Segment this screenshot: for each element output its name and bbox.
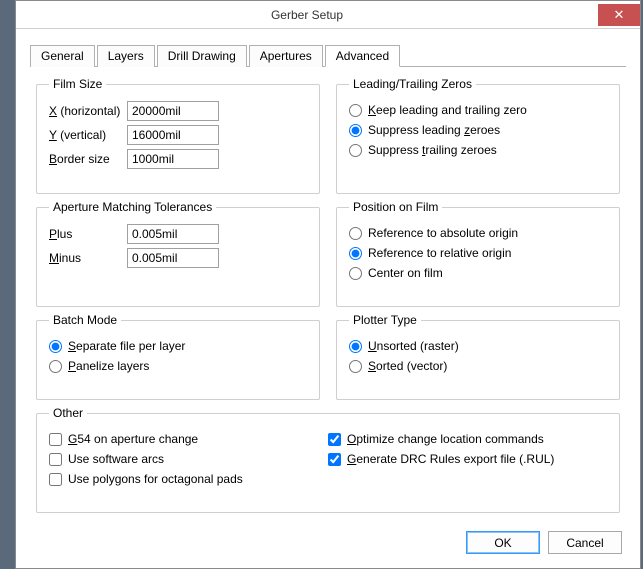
rel-origin-radio[interactable] [349, 247, 362, 260]
minus-label: Minus [49, 251, 127, 265]
tab-advanced[interactable]: Advanced [325, 45, 400, 67]
x-horizontal-input[interactable] [127, 101, 219, 121]
batch-mode-group: Batch Mode Separate file per layer Panel… [36, 313, 320, 400]
g54-checkbox[interactable] [49, 433, 62, 446]
plotter-type-group: Plotter Type Unsorted (raster) Sorted (v… [336, 313, 620, 400]
window-title: Gerber Setup [16, 8, 598, 22]
minus-input[interactable] [127, 248, 219, 268]
close-button[interactable]: ✕ [598, 4, 640, 26]
software-arcs-checkbox[interactable] [49, 453, 62, 466]
ok-button[interactable]: OK [466, 531, 540, 554]
zeros-legend: Leading/Trailing Zeros [349, 77, 476, 91]
dialog-buttons: OK Cancel [16, 521, 640, 568]
optimize-checkbox[interactable] [328, 433, 341, 446]
tab-apertures[interactable]: Apertures [249, 45, 323, 67]
tab-layers[interactable]: Layers [97, 45, 155, 67]
plus-input[interactable] [127, 224, 219, 244]
position-legend: Position on Film [349, 200, 442, 214]
batch-mode-legend: Batch Mode [49, 313, 121, 327]
software-arcs-label: Use software arcs [68, 452, 164, 466]
plotter-type-legend: Plotter Type [349, 313, 421, 327]
separate-file-label: Separate file per layer [68, 339, 185, 353]
panelize-radio[interactable] [49, 360, 62, 373]
center-film-label: Center on film [368, 266, 443, 280]
gerber-setup-dialog: Gerber Setup ✕ General Layers Drill Draw… [15, 0, 641, 569]
other-group: Other G54 on aperture change Use softwar… [36, 406, 620, 513]
y-vertical-input[interactable] [127, 125, 219, 145]
polygons-checkbox[interactable] [49, 473, 62, 486]
advanced-panel: Film Size X (horizontal) Y (vertical) Bo… [16, 67, 640, 521]
suppress-leading-label: Suppress leading zeroes [368, 123, 500, 137]
unsorted-radio[interactable] [349, 340, 362, 353]
x-horizontal-label: X (horizontal) [49, 104, 127, 118]
keep-zero-label: Keep leading and trailing zero [368, 103, 527, 117]
border-size-input[interactable] [127, 149, 219, 169]
suppress-trailing-radio[interactable] [349, 144, 362, 157]
other-legend: Other [49, 406, 87, 420]
generate-drc-label: Generate DRC Rules export file (.RUL) [347, 452, 554, 466]
generate-drc-checkbox[interactable] [328, 453, 341, 466]
position-group: Position on Film Reference to absolute o… [336, 200, 620, 307]
tab-drill-drawing[interactable]: Drill Drawing [157, 45, 247, 67]
rel-origin-label: Reference to relative origin [368, 246, 511, 260]
aperture-tolerances-group: Aperture Matching Tolerances Plus Minus [36, 200, 320, 307]
titlebar: Gerber Setup ✕ [16, 1, 640, 29]
suppress-trailing-label: Suppress trailing zeroes [368, 143, 497, 157]
abs-origin-radio[interactable] [349, 227, 362, 240]
cancel-button[interactable]: Cancel [548, 531, 622, 554]
suppress-leading-radio[interactable] [349, 124, 362, 137]
optimize-label: Optimize change location commands [347, 432, 544, 446]
film-size-group: Film Size X (horizontal) Y (vertical) Bo… [36, 77, 320, 194]
separate-file-radio[interactable] [49, 340, 62, 353]
keep-zero-radio[interactable] [349, 104, 362, 117]
close-icon: ✕ [614, 7, 625, 23]
sorted-radio[interactable] [349, 360, 362, 373]
g54-label: G54 on aperture change [68, 432, 198, 446]
tab-general[interactable]: General [30, 45, 95, 67]
tab-strip: General Layers Drill Drawing Apertures A… [30, 45, 626, 67]
panelize-label: Panelize layers [68, 359, 149, 373]
aperture-tolerances-legend: Aperture Matching Tolerances [49, 200, 216, 214]
polygons-label: Use polygons for octagonal pads [68, 472, 243, 486]
y-vertical-label: Y (vertical) [49, 128, 127, 142]
unsorted-label: Unsorted (raster) [368, 339, 459, 353]
plus-label: Plus [49, 227, 127, 241]
sorted-label: Sorted (vector) [368, 359, 447, 373]
abs-origin-label: Reference to absolute origin [368, 226, 518, 240]
border-size-label: Border size [49, 152, 127, 166]
zeros-group: Leading/Trailing Zeros Keep leading and … [336, 77, 620, 194]
center-film-radio[interactable] [349, 267, 362, 280]
film-size-legend: Film Size [49, 77, 106, 91]
